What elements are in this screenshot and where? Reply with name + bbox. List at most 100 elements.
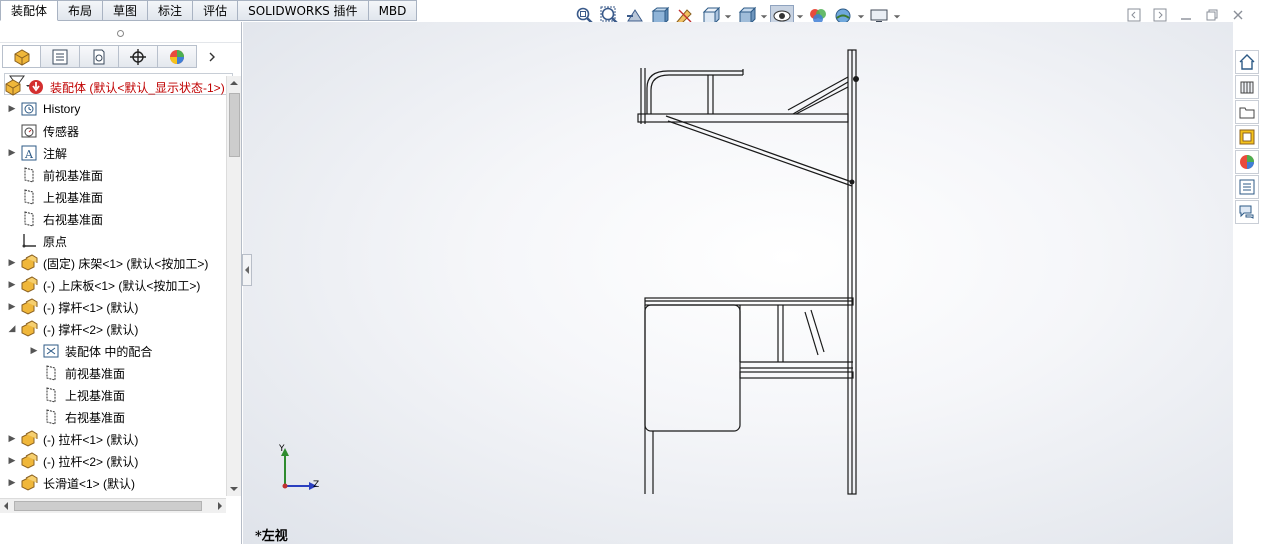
appearances-icon[interactable] — [1235, 150, 1259, 174]
tab-sketch[interactable]: 草图 — [103, 0, 149, 21]
tree-item-label: (-) 撑杆<2> (默认) — [43, 322, 139, 337]
collapse-arrow-icon[interactable]: ◢ — [6, 323, 18, 335]
tree-item[interactable]: ▶ History — [0, 98, 226, 120]
tree-item-label: (固定) 床架<1> (默认<按加工>) — [43, 256, 209, 271]
design-library-icon[interactable] — [1235, 75, 1259, 99]
tree-item[interactable]: 前视基准面 — [0, 164, 226, 186]
dimxpert-manager-icon[interactable] — [119, 45, 158, 68]
panel-collapse-handle[interactable] — [242, 254, 252, 286]
scroll-up-icon[interactable] — [230, 80, 238, 86]
tree-item[interactable]: 右视基准面 — [0, 406, 226, 428]
tree-item[interactable]: 前视基准面 — [0, 362, 226, 384]
plane-icon — [42, 408, 60, 426]
svg-text:A: A — [24, 148, 34, 161]
tree-item[interactable]: ▶ 装配体 中的配合 — [0, 340, 226, 362]
plane-icon — [42, 364, 60, 382]
plane-icon — [20, 210, 38, 228]
panel-grip[interactable] — [0, 22, 241, 43]
graphics-area[interactable] — [243, 22, 1233, 544]
tree-item[interactable]: 原点 — [0, 230, 226, 252]
plane-icon — [42, 386, 60, 404]
expand-arrow-icon[interactable]: ▶ — [6, 455, 18, 467]
more-tabs-icon[interactable] — [197, 45, 227, 68]
tree-item[interactable]: ▶ (-) 拉杆<1> (默认) — [0, 428, 226, 450]
tab-evaluate[interactable]: 评估 — [193, 0, 239, 21]
annotation-icon: A — [20, 144, 38, 162]
tree-item-label: 右视基准面 — [65, 410, 126, 425]
tree-item[interactable]: ▶ 长滑道<1> (默认) — [0, 472, 226, 494]
expand-arrow-icon[interactable]: ▶ — [6, 477, 18, 489]
tree-horizontal-scrollbar[interactable] — [0, 498, 226, 513]
property-manager-icon[interactable] — [41, 45, 80, 68]
tab-solidworks-addins[interactable]: SOLIDWORKS 插件 — [238, 0, 369, 21]
forum-icon[interactable] — [1235, 200, 1259, 224]
triad-y-label: Y — [279, 444, 285, 454]
expand-arrow-icon[interactable]: ▶ — [6, 433, 18, 445]
scrollbar-thumb[interactable] — [229, 93, 240, 157]
subassembly-icon — [20, 298, 38, 316]
tree-item[interactable]: 上视基准面 — [0, 384, 226, 406]
expand-arrow-icon[interactable]: ▶ — [6, 103, 18, 115]
feature-manager-icon[interactable] — [2, 45, 41, 68]
tab-assembly[interactable]: 装配体 — [0, 0, 59, 21]
triad-z-label: Z — [313, 480, 320, 490]
tree-item-label: (-) 上床板<1> (默认<按加工>) — [43, 278, 201, 293]
tree-item[interactable]: ▶ A 注解 — [0, 142, 226, 164]
scrollbar-thumb[interactable] — [14, 501, 202, 511]
tree-item[interactable]: 右视基准面 — [0, 208, 226, 230]
tree-item[interactable]: 传感器 — [0, 120, 226, 142]
home-icon[interactable] — [1235, 50, 1259, 74]
tree-item-label: 上视基准面 — [43, 190, 104, 205]
tree-vertical-scrollbar[interactable] — [226, 76, 241, 496]
tree-item-label: (-) 撑杆<1> (默认) — [43, 300, 139, 315]
subassembly-icon — [20, 474, 38, 492]
task-pane-tabs — [1235, 50, 1261, 225]
tree-item-label: (-) 拉杆<2> (默认) — [43, 454, 139, 469]
mates-icon — [42, 342, 60, 360]
tree-item-label: 装配体 中的配合 — [65, 344, 153, 359]
plane-icon — [20, 188, 38, 206]
file-explorer-icon[interactable] — [1235, 100, 1259, 124]
tab-layout[interactable]: 布局 — [58, 0, 104, 21]
expand-arrow-icon[interactable]: ▶ — [6, 301, 18, 313]
reference-triad: Y Z — [275, 444, 325, 497]
feature-tree: 装配体 (默认<默认_显示状态-1>) ▶ History 传感器 ▶ A 注解前视基准面… — [0, 76, 226, 494]
tree-item[interactable]: ▶ (-) 拉杆<2> (默认) — [0, 450, 226, 472]
tab-markup[interactable]: 标注 — [148, 0, 194, 21]
tree-root[interactable]: 装配体 (默认<默认_显示状态-1>) — [0, 76, 226, 98]
tree-item-label: History — [43, 102, 81, 116]
configuration-manager-icon[interactable] — [80, 45, 119, 68]
plane-icon — [20, 166, 38, 184]
tree-root-label: 装配体 (默认<默认_显示状态-1>) — [50, 80, 225, 95]
manager-tabs — [2, 45, 241, 69]
view-palette-icon[interactable] — [1235, 125, 1259, 149]
tree-item[interactable]: ▶ (固定) 床架<1> (默认<按加工>) — [0, 252, 226, 274]
tree-item[interactable]: ▶ (-) 上床板<1> (默认<按加工>) — [0, 274, 226, 296]
subassembly-icon — [20, 320, 38, 338]
tree-item[interactable]: ◢ (-) 撑杆<2> (默认) — [0, 318, 226, 340]
expand-arrow-icon[interactable]: ▶ — [6, 147, 18, 159]
tree-item-label: 前视基准面 — [65, 366, 126, 381]
subassembly-icon — [20, 254, 38, 272]
subassembly-icon — [20, 276, 38, 294]
expand-arrow-icon[interactable]: ▶ — [6, 279, 18, 291]
origin-icon — [20, 232, 38, 250]
scroll-right-icon[interactable] — [217, 502, 223, 510]
scroll-down-icon[interactable] — [230, 486, 238, 492]
tree-item[interactable]: ▶ (-) 撑杆<1> (默认) — [0, 296, 226, 318]
scroll-left-icon[interactable] — [3, 502, 9, 510]
tab-mbd[interactable]: MBD — [368, 0, 418, 21]
custom-properties-icon[interactable] — [1235, 175, 1259, 199]
tree-item-label: 注解 — [43, 146, 68, 161]
assembly-icon — [4, 78, 22, 96]
expand-arrow-icon[interactable]: ▶ — [6, 257, 18, 269]
expand-arrow-icon[interactable]: ▶ — [28, 345, 40, 357]
display-manager-icon[interactable] — [158, 45, 197, 68]
tree-item[interactable]: 上视基准面 — [0, 186, 226, 208]
